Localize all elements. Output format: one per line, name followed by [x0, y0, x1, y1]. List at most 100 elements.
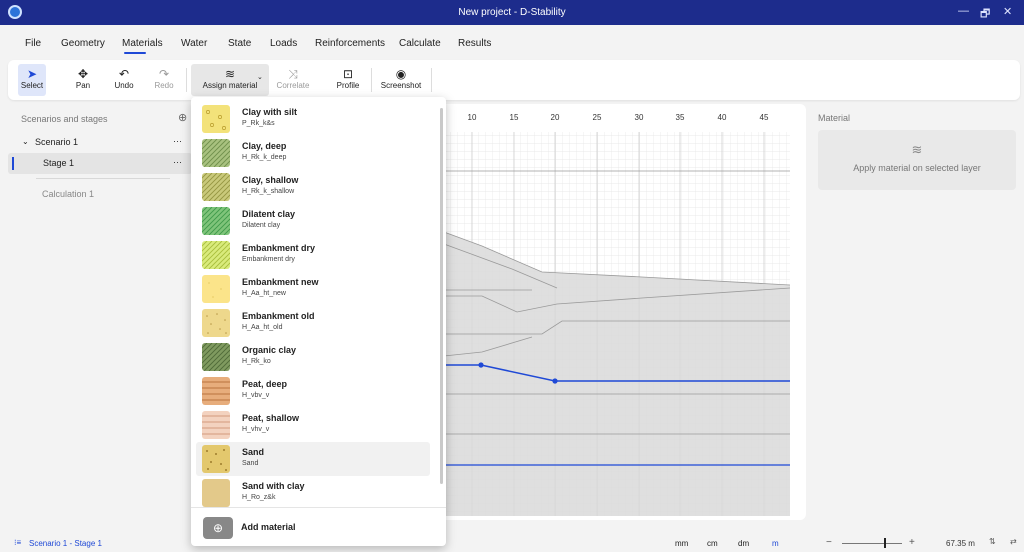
- material-item[interactable]: Sand Sand: [196, 442, 430, 476]
- material-item[interactable]: Peat, deep H_vbv_v: [196, 374, 430, 408]
- ribbon-divider: [371, 68, 372, 92]
- redo-button[interactable]: ↷ Redo: [150, 64, 178, 96]
- dropdown-scrollbar[interactable]: [440, 108, 443, 484]
- menu-calculate[interactable]: Calculate: [399, 38, 441, 49]
- material-item[interactable]: Organic clay H_Rk_ko: [196, 340, 430, 374]
- undo-label: Undo: [114, 81, 134, 90]
- material-swatch: [202, 139, 230, 167]
- material-item[interactable]: Dilatent clay Dilatent clay: [196, 204, 430, 238]
- menu-file[interactable]: File: [25, 38, 41, 49]
- camera-icon: ◉: [395, 67, 407, 81]
- material-name: Peat, shallow: [242, 413, 300, 423]
- material-swatch: [202, 241, 230, 269]
- material-hint-text: Apply material on selected layer: [853, 163, 981, 173]
- assign-material-label: Assign material: [202, 81, 258, 90]
- material-code: Sand: [242, 460, 259, 467]
- material-item[interactable]: Clay, deep H_Rk_k_deep: [196, 136, 430, 170]
- material-item[interactable]: Embankment old H_Aa_ht_old: [196, 306, 430, 340]
- add-material-icon: ⊕: [203, 517, 233, 539]
- material-item[interactable]: Peat, shallow H_vhv_v: [196, 408, 430, 442]
- material-panel: Material ≋ Apply material on selected la…: [812, 104, 1022, 534]
- material-code: Dilatent clay: [242, 222, 281, 229]
- ruler-tick-label: 15: [510, 113, 519, 122]
- window-title: New project - D-Stability: [458, 7, 566, 18]
- menu-results[interactable]: Results: [458, 38, 491, 49]
- layers-icon: ≋: [911, 142, 923, 157]
- material-swatch: [202, 377, 230, 405]
- menu-state[interactable]: State: [228, 38, 251, 49]
- stage-more-icon[interactable]: ···: [173, 157, 182, 167]
- menu-geometry[interactable]: Geometry: [61, 38, 105, 49]
- profile-button[interactable]: ⊡ Profile: [330, 64, 366, 96]
- zoom-in-icon[interactable]: +: [909, 537, 915, 548]
- material-panel-header: Material: [818, 113, 851, 123]
- ruler-tick-label: 45: [760, 113, 769, 122]
- material-name: Clay with silt: [242, 107, 298, 117]
- menu-loads[interactable]: Loads: [270, 38, 297, 49]
- material-item[interactable]: Clay with silt P_Rk_k&s: [196, 102, 430, 136]
- material-swatch: [202, 445, 230, 473]
- scenario-row[interactable]: ⌄ Scenario 1 ···: [8, 132, 192, 153]
- material-name: Embankment dry: [242, 243, 316, 253]
- material-code: H_Rk_k_deep: [242, 154, 287, 161]
- zoom-slider[interactable]: [842, 543, 902, 544]
- material-swatch: [202, 173, 230, 201]
- menu-reinforcements[interactable]: Reinforcements: [315, 38, 385, 49]
- ruler-tick-label: 35: [676, 113, 685, 122]
- material-item[interactable]: Embankment dry Embankment dry: [196, 238, 430, 272]
- material-item[interactable]: Embankment new H_Aa_ht_new: [196, 272, 430, 306]
- ribbon-toolbar: ➤ Select ✥ Pan ↶ Undo ↷ Redo ≋ Assign ma…: [8, 60, 1020, 100]
- close-icon[interactable]: ✕: [1003, 5, 1012, 18]
- divider: [36, 178, 170, 179]
- material-swatch: [202, 309, 230, 337]
- material-swatch: [202, 411, 230, 439]
- undo-button[interactable]: ↶ Undo: [110, 64, 138, 96]
- ruler-tick-label: 40: [718, 113, 727, 122]
- zoom-out-icon[interactable]: −: [826, 537, 832, 548]
- menu-materials[interactable]: Materials: [122, 38, 163, 49]
- ribbon-divider: [431, 68, 432, 92]
- assign-material-dropdown: Clay with silt P_Rk_k&s Clay, deep H_Rk_k_d…: [191, 97, 446, 546]
- material-code: H_vhv_v: [242, 426, 270, 433]
- assign-material-button[interactable]: ≋ Assign material ⌄: [191, 64, 269, 96]
- material-swatch: [202, 343, 230, 371]
- add-scenario-icon[interactable]: ⊕: [178, 111, 187, 124]
- material-name: Clay, deep: [242, 141, 287, 151]
- zoom-slider-thumb[interactable]: [884, 538, 886, 548]
- stage-row[interactable]: Stage 1 ···: [8, 153, 192, 174]
- status-breadcrumb[interactable]: Scenario 1 - Stage 1: [29, 539, 102, 548]
- ruler-tick-label: 25: [593, 113, 602, 122]
- material-item[interactable]: Clay, shallow H_Rk_k_shallow: [196, 170, 430, 204]
- redo-label: Redo: [154, 81, 174, 90]
- ribbon-divider: [186, 68, 187, 92]
- unit-dm[interactable]: dm: [738, 539, 749, 548]
- select-label: Select: [20, 81, 44, 90]
- unit-m[interactable]: m: [772, 539, 779, 548]
- pan-button[interactable]: ✥ Pan: [70, 64, 96, 96]
- profile-icon: ⊡: [342, 67, 354, 81]
- unit-cm[interactable]: cm: [707, 539, 718, 548]
- active-menu-indicator: [124, 52, 146, 54]
- swap-axis-icon[interactable]: ⇅: [989, 537, 996, 546]
- material-item[interactable]: Sand with clay H_Ro_z&k: [196, 476, 430, 510]
- minimize-icon[interactable]: —: [958, 5, 969, 17]
- scenario-more-icon[interactable]: ···: [173, 136, 182, 146]
- restore-icon[interactable]: 🗗: [980, 5, 990, 24]
- unit-mm[interactable]: mm: [675, 539, 688, 548]
- correlate-button[interactable]: ⤨ Correlate: [273, 64, 313, 96]
- select-button[interactable]: ➤ Select: [18, 64, 46, 96]
- screenshot-button[interactable]: ◉ Screenshot: [376, 64, 426, 96]
- menu-water[interactable]: Water: [181, 38, 207, 49]
- stage-label: Stage 1: [43, 158, 75, 168]
- material-name: Peat, deep: [242, 379, 288, 389]
- calculation-row[interactable]: Calculation 1: [8, 184, 192, 205]
- screenshot-label: Screenshot: [380, 81, 422, 90]
- swap-icon[interactable]: ⇄: [1010, 537, 1017, 546]
- phreatic-point[interactable]: [552, 378, 558, 384]
- add-material-row[interactable]: ⊕ Add material: [191, 507, 446, 546]
- material-code: H_Rk_k_shallow: [242, 188, 295, 195]
- phreatic-point[interactable]: [478, 362, 484, 368]
- material-swatch: [202, 105, 230, 133]
- calculation-label: Calculation 1: [42, 189, 95, 199]
- stage-tree-icon[interactable]: ⁝≡: [14, 538, 21, 547]
